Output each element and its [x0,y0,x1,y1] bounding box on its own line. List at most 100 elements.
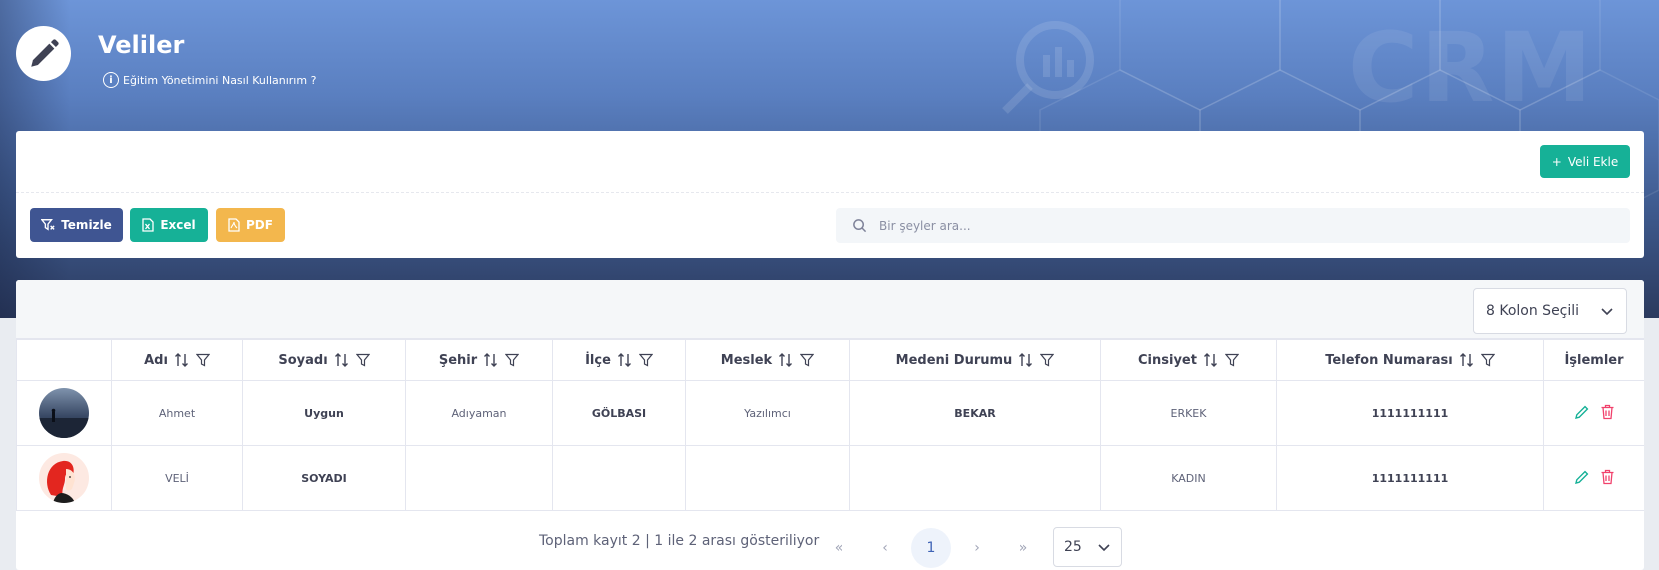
column-header-ad[interactable]: Adı [111,339,243,381]
pencil-icon [30,38,59,67]
woman-illustration [39,453,89,503]
clear-filters-button[interactable]: Temizle [30,208,123,242]
column-header-sehir[interactable]: Şehir [405,339,553,381]
avatar [39,453,89,503]
column-header-soyad[interactable]: Soyadı [242,339,406,381]
column-header-meslek[interactable]: Meslek [685,339,850,381]
page-size-value: 25 [1064,539,1082,555]
column-header-label: Şehir [438,352,478,368]
column-header-label: Medeni Durumu [895,352,1013,368]
filter-icon[interactable] [505,353,520,367]
help-text: Eğitim Yönetimini Nasıl Kullanırım ? [123,73,317,87]
cell-medeni-durumu: BEKAR [849,380,1101,446]
sort-icon[interactable] [617,352,633,368]
table-row: VELİ SOYADI KADIN 1111111111 [16,445,1644,511]
pagination: Toplam kayıt 2 | 1 ile 2 arası gösterili… [16,516,1644,568]
cell-telefon: 1111111111 [1276,445,1544,511]
column-header-label: Soyadı [278,352,328,368]
avatar [39,388,89,438]
avatar-cell [16,445,112,511]
column-header-telefon[interactable]: Telefon Numarası [1276,339,1544,381]
trash-icon[interactable] [1600,469,1615,485]
column-header-cinsiyet[interactable]: Cinsiyet [1100,339,1277,381]
help-link[interactable]: i Eğitim Yönetimini Nasıl Kullanırım ? [103,72,316,88]
column-header-label: Adı [144,352,168,368]
sort-icon[interactable] [1203,352,1219,368]
edit-icon[interactable] [1574,469,1590,485]
pdf-export-label: PDF [246,218,273,232]
pagination-summary: Toplam kayıt 2 | 1 ile 2 arası gösterili… [539,533,820,549]
cell-cinsiyet: ERKEK [1100,380,1277,446]
previous-page-button[interactable]: ‹ [865,528,905,568]
column-header-medeni-durumu[interactable]: Medeni Durumu [849,339,1101,381]
filter-icon[interactable] [638,353,653,367]
table-topbar: 8 Kolon Seçili [16,280,1644,339]
last-page-button[interactable]: » [1003,528,1043,568]
cell-ilce [552,445,686,511]
actions-cell [1543,445,1644,511]
sort-icon[interactable] [1018,352,1034,368]
excel-file-icon [142,218,154,232]
sort-icon[interactable] [174,352,190,368]
column-header-label: İşlemler [1564,352,1624,368]
chevron-down-icon [1098,544,1110,552]
search-box[interactable] [836,208,1630,243]
table-row: Ahmet Uygun Adıyaman GÖLBASI Yazılımcı B… [16,380,1644,446]
clear-filters-label: Temizle [61,218,112,232]
cell-meslek: Yazılımcı [685,380,850,446]
sort-icon[interactable] [778,352,794,368]
add-parent-label: Veli Ekle [1567,154,1619,169]
excel-export-button[interactable]: Excel [130,208,208,242]
filter-icon[interactable] [355,353,370,367]
filter-icon[interactable] [1040,353,1055,367]
column-selector-dropdown[interactable]: 8 Kolon Seçili [1473,288,1627,334]
filter-clear-icon [41,219,55,231]
sort-icon[interactable] [334,352,350,368]
column-header-label: İlçe [585,352,611,368]
trash-icon[interactable] [1600,404,1615,420]
cell-meslek [685,445,850,511]
edit-icon[interactable] [1574,404,1590,420]
column-header-islemler: İşlemler [1543,339,1644,381]
search-input[interactable] [879,218,1579,233]
table-header-row: Adı Soyadı Şehir İlçe Meslek Medeni Duru… [16,339,1644,381]
excel-export-label: Excel [160,218,196,232]
page-title: Veliler [98,31,185,59]
chevron-down-icon [1601,308,1613,316]
add-parent-button[interactable]: + Veli Ekle [1540,145,1630,178]
column-header-label: Cinsiyet [1138,352,1197,368]
pdf-file-icon [228,218,240,232]
filter-icon[interactable] [195,353,210,367]
page-number-button[interactable]: 1 [911,528,951,568]
avatar-column-header [16,339,112,381]
info-icon: i [103,72,119,88]
cell-cinsiyet: KADIN [1100,445,1277,511]
cell-ad: VELİ [111,445,243,511]
cell-medeni-durumu [849,445,1101,511]
toolbar-card: + Veli Ekle Temizle Excel PDF [16,131,1644,258]
next-page-button[interactable]: › [957,528,997,568]
filter-icon[interactable] [1480,353,1495,367]
page-icon [16,26,71,81]
sort-icon[interactable] [483,352,499,368]
page-size-dropdown[interactable]: 25 [1053,527,1122,567]
column-header-ilce[interactable]: İlçe [552,339,686,381]
cell-sehir [405,445,553,511]
sort-icon[interactable] [1459,352,1475,368]
plus-icon: + [1551,154,1562,169]
column-header-label: Telefon Numarası [1325,352,1453,368]
column-selector-value: 8 Kolon Seçili [1486,303,1580,319]
filter-icon[interactable] [800,353,815,367]
cell-ad: Ahmet [111,380,243,446]
filter-icon[interactable] [1224,353,1239,367]
parents-table: Adı Soyadı Şehir İlçe Meslek Medeni Duru… [16,339,1644,511]
search-icon [853,219,867,233]
cell-soyad: SOYADI [242,445,406,511]
pdf-export-button[interactable]: PDF [216,208,285,242]
first-page-button[interactable]: « [819,528,859,568]
cell-sehir: Adıyaman [405,380,553,446]
crm-watermark: CRM [1348,12,1594,124]
parents-table-card: 8 Kolon Seçili Adı Soyadı Şehir İlçe Mes… [16,280,1644,570]
actions-cell [1543,380,1644,446]
avatar-cell [16,380,112,446]
